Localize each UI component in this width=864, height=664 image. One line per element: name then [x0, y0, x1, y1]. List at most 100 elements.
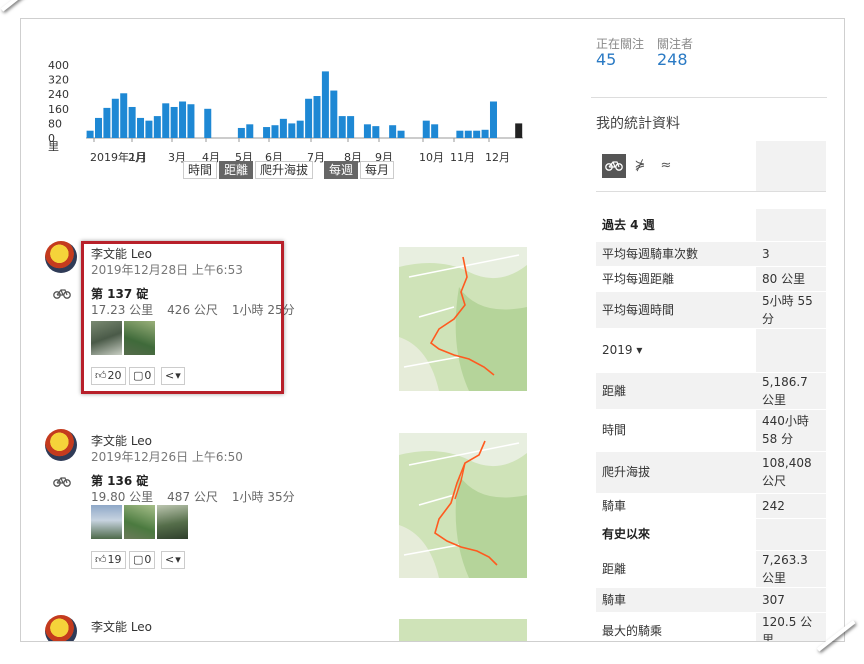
week-bar — [305, 98, 313, 138]
week-bar — [86, 130, 94, 138]
avatar[interactable] — [45, 429, 77, 461]
metric-distance-button[interactable]: 距離 — [219, 161, 254, 179]
y-tick-label: 320 — [48, 74, 69, 87]
stats-value: 5小時 55分 — [756, 291, 826, 329]
stats-value: 242 — [756, 493, 826, 519]
activity-photo[interactable] — [124, 505, 155, 539]
stats-value: 307 — [756, 587, 826, 613]
week-bar — [456, 130, 464, 138]
week-bar — [347, 116, 355, 138]
period-monthly-button[interactable]: 每月 — [360, 161, 395, 179]
metric-time-button[interactable]: 時間 — [183, 161, 218, 179]
stats-section-header: 有史以來 — [596, 518, 826, 551]
stats-row: 最大的騎乘 120.5 公里 — [596, 612, 826, 641]
stats-section-header: 過去 4 週 — [596, 209, 826, 242]
week-bar — [111, 98, 119, 138]
week-bar — [187, 104, 195, 138]
week-bar — [464, 130, 472, 138]
athlete-name[interactable]: 李文能 Leo — [91, 618, 152, 635]
following-count[interactable]: 45 — [596, 50, 616, 69]
week-bar — [103, 107, 111, 138]
stats-label: 爬升海拔 — [596, 451, 756, 494]
comment-button[interactable]: ▢ 0 — [129, 551, 156, 569]
stats-label: 平均每週騎車次數 — [596, 241, 756, 267]
avatar[interactable] — [45, 615, 77, 641]
sidebar: 正在關注 45 關注者 248 我的統計資料 ⋡ ≈ 過去 4 週平均每週騎車次數… — [591, 19, 831, 641]
stats-title: 我的統計資料 — [596, 116, 680, 132]
week-bar — [137, 117, 145, 138]
stats-row: 爬升海拔 108,408 公尺 — [596, 451, 826, 494]
stats-label: 過去 4 週 — [596, 209, 756, 242]
week-bar — [120, 93, 128, 138]
highlight-box — [81, 241, 284, 394]
week-bar — [389, 125, 397, 138]
stats-value — [756, 518, 826, 551]
y-tick-label: 160 — [48, 103, 69, 116]
weekly-distance-chart: 400320240160800里2019年1月2月 3月 4月 5月 6月 7月 8月 9月 1… — [48, 59, 523, 164]
activity-title[interactable]: 第 136 碇 — [91, 472, 148, 489]
week-bar — [372, 126, 380, 138]
stats-row: 騎車 242 — [596, 493, 826, 519]
bike-icon[interactable] — [602, 153, 626, 178]
week-bar — [95, 117, 103, 138]
thumbs-up-icon: 👍︎ — [95, 553, 107, 566]
stats-value[interactable]: 120.5 公里 — [756, 612, 826, 641]
stats-value: 440小時 58 分 — [756, 409, 826, 452]
week-bar — [422, 120, 430, 138]
week-bar — [296, 120, 304, 138]
week-bar — [473, 130, 481, 138]
chevron-down-icon: ▾ — [175, 553, 181, 566]
stats-label: 2019 ▾ — [596, 328, 756, 373]
stats-row: 時間 440小時 58 分 — [596, 409, 826, 452]
week-bar — [489, 101, 497, 138]
period-weekly-button[interactable]: 每週 — [324, 161, 359, 179]
stats-label: 距離 — [596, 372, 756, 410]
activity-photo[interactable] — [91, 505, 122, 539]
week-bar — [515, 123, 523, 138]
week-bar — [271, 125, 279, 138]
share-icon: < — [165, 553, 175, 566]
route-map[interactable] — [399, 247, 527, 391]
week-bar — [153, 116, 161, 138]
share-button[interactable]: < ▾ — [161, 551, 185, 569]
athlete-name[interactable]: 李文能 Leo — [91, 432, 152, 449]
page-curl-top-left — [0, 0, 40, 12]
stats-row: 平均每週時間 5小時 55分 — [596, 291, 826, 329]
week-bar — [145, 120, 153, 138]
week-bar — [431, 124, 439, 138]
feed-entry: 李文能 Leo 2019年12月26日 上午6:50 第 136 碇 19.80… — [21, 429, 581, 599]
week-bar — [279, 118, 287, 138]
week-bar — [179, 101, 187, 138]
x-tick-label: 12月 — [485, 151, 510, 164]
route-map[interactable] — [399, 433, 527, 578]
x-tick-label: 10月 — [419, 151, 444, 164]
metric-elevation-button[interactable]: 爬升海拔 — [255, 161, 314, 179]
screenshot-frame: 400 320 240 160 80 0 里 2019年1月 2月 3月 4月 5月 6月 7月 8月 9月 1… — [20, 18, 845, 642]
x-tick-label: 2月 — [128, 151, 146, 164]
week-bar — [288, 123, 296, 138]
period-toggle: 每週 每月 — [324, 161, 395, 179]
kudos-button[interactable]: 👍︎ 19 — [91, 551, 126, 569]
followers-count[interactable]: 248 — [657, 50, 688, 69]
activity-stats: 19.80 公里 487 公尺 1小時 35分 — [91, 488, 295, 505]
stats-value: 5,186.7 公里 — [756, 372, 826, 410]
y-unit-label: 里 — [48, 140, 59, 153]
swim-icon[interactable]: ≈ — [654, 154, 678, 178]
stats-label: 騎車 — [596, 587, 756, 613]
avatar[interactable] — [45, 241, 77, 273]
week-bar — [246, 124, 254, 138]
stats-label: 平均每週時間 — [596, 291, 756, 329]
year-selector-row[interactable]: 2019 ▾ — [596, 328, 826, 373]
stats-value: 3 — [756, 241, 826, 267]
sport-tabs-row: ⋡ ≈ — [596, 141, 826, 192]
feed-entry: 李文能 Leo — [21, 615, 581, 641]
stats-value: 108,408 公尺 — [756, 451, 826, 494]
week-bar — [128, 106, 136, 138]
week-bar — [330, 90, 338, 138]
activity-photo[interactable] — [157, 505, 188, 539]
week-bar — [313, 96, 321, 138]
stats-row: 平均每週騎車次數 3 — [596, 241, 826, 267]
bike-icon — [53, 287, 71, 303]
route-map[interactable] — [399, 619, 527, 641]
shoe-icon[interactable]: ⋡ — [628, 154, 652, 178]
